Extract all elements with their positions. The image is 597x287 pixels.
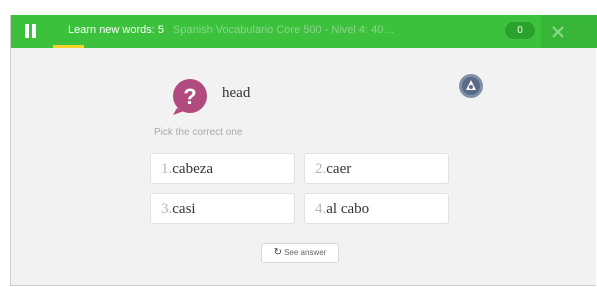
option-number: 1. bbox=[161, 161, 173, 177]
question-mark-bubble-icon: ? bbox=[173, 79, 207, 115]
answer-option-2[interactable]: 2.caer bbox=[304, 153, 449, 184]
answer-option-4[interactable]: 4.al cabo bbox=[304, 193, 449, 224]
top-bar: Learn new words: 5 Spanish Vocabulario C… bbox=[11, 15, 597, 48]
session-title: Learn new words: 5 bbox=[68, 24, 164, 36]
app-frame: Learn new words: 5 Spanish Vocabulario C… bbox=[10, 15, 597, 286]
see-answer-button[interactable]: ↻ See answer bbox=[261, 243, 339, 263]
close-button[interactable] bbox=[541, 15, 597, 48]
points-counter: 0 bbox=[505, 22, 535, 39]
pause-button[interactable] bbox=[23, 22, 39, 40]
option-text: caer bbox=[326, 161, 352, 177]
refresh-icon: ↻ bbox=[273, 247, 283, 258]
prompt-word: head bbox=[222, 85, 251, 101]
pause-icon bbox=[25, 24, 29, 38]
option-text: cabeza bbox=[172, 161, 214, 177]
close-icon bbox=[552, 26, 564, 38]
option-number: 4. bbox=[315, 201, 327, 217]
audio-icon[interactable] bbox=[458, 73, 484, 99]
instruction-text: Pick the correct one bbox=[154, 127, 243, 138]
course-title: Spanish Vocabulario Core 500 - Nivel 4: … bbox=[173, 24, 395, 36]
option-text: casi bbox=[172, 201, 196, 217]
see-answer-label: See answer bbox=[284, 248, 327, 257]
answer-option-3[interactable]: 3.casi bbox=[150, 193, 295, 224]
session-progress bbox=[53, 45, 84, 48]
option-text: al cabo bbox=[326, 201, 370, 217]
option-number: 2. bbox=[315, 161, 327, 177]
svg-text:?: ? bbox=[183, 84, 196, 109]
answer-option-1[interactable]: 1.cabeza bbox=[150, 153, 295, 184]
option-number: 3. bbox=[161, 201, 173, 217]
